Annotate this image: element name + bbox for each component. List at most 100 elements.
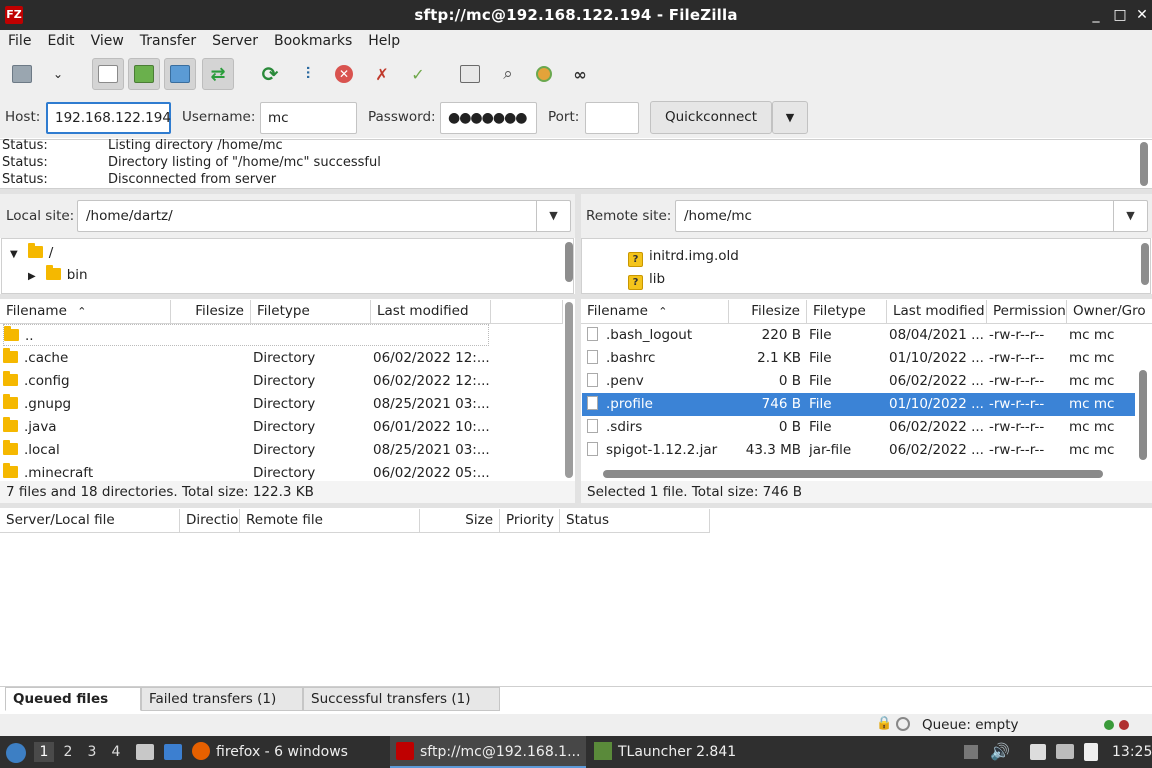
toggle-transfer-queue-button[interactable]: ⇄ xyxy=(202,58,234,90)
tab-failed-transfers[interactable]: Failed transfers (1) xyxy=(141,687,303,711)
tree-item-bin[interactable]: ▶ bin xyxy=(28,264,88,286)
log-scrollbar[interactable] xyxy=(1140,142,1148,186)
task-filezilla[interactable]: sftp://mc@192.168.1... xyxy=(390,736,586,768)
toggle-remote-tree-button[interactable] xyxy=(164,58,196,90)
table-row[interactable]: .java xyxy=(3,416,169,439)
site-manager-dropdown-button[interactable]: ⌄ xyxy=(42,58,74,90)
remote-header-filesize[interactable]: Filesize xyxy=(729,300,807,324)
chevron-down-icon[interactable]: ▼ xyxy=(536,201,570,231)
table-row[interactable]: .config xyxy=(3,370,169,393)
eject-icon[interactable] xyxy=(964,745,978,759)
quickconnect-button[interactable]: Quickconnect xyxy=(650,101,772,134)
host-input[interactable]: 192.168.122.194 xyxy=(46,102,171,134)
workspace-3[interactable]: 3 xyxy=(82,742,102,762)
table-row[interactable]: .gnupg xyxy=(3,393,169,416)
menu-file[interactable]: File xyxy=(0,30,39,52)
username-input[interactable]: mc xyxy=(260,102,357,134)
speed-limit-icon[interactable] xyxy=(896,717,910,731)
clock[interactable]: 13:25 xyxy=(1112,736,1152,768)
remote-header-filename[interactable]: Filename ⌃ xyxy=(581,300,729,324)
workspace-4[interactable]: 4 xyxy=(106,742,126,762)
remote-header-modified[interactable]: Last modified xyxy=(887,300,987,324)
table-row[interactable]: .. xyxy=(3,324,489,346)
remote-header-filetype[interactable]: Filetype xyxy=(807,300,887,324)
remote-tree-scrollbar[interactable] xyxy=(1141,243,1149,285)
remote-header-owner[interactable]: Owner/Gro xyxy=(1067,300,1152,324)
task-firefox[interactable]: firefox - 6 windows xyxy=(192,736,384,768)
reconnect-button[interactable]: ✓ xyxy=(402,58,434,90)
search-remote-button[interactable]: ∞ xyxy=(564,58,596,90)
tree-item-root[interactable]: ▼ / xyxy=(10,242,53,264)
table-row[interactable]: .minecraft xyxy=(3,462,169,481)
file-manager-icon[interactable] xyxy=(136,744,154,760)
task-tlauncher[interactable]: TLauncher 2.841 xyxy=(594,736,754,768)
table-row[interactable]: .bash_logout xyxy=(587,324,727,347)
cell-owner: mc mc xyxy=(1069,373,1115,389)
network-icon[interactable] xyxy=(1056,744,1074,759)
table-row[interactable]: .bashrc xyxy=(587,347,727,370)
maximize-button[interactable]: □ xyxy=(1110,5,1130,25)
password-input[interactable]: ●●●●●●● xyxy=(440,102,537,134)
battery-icon[interactable] xyxy=(1084,743,1098,761)
remote-list-hscrollbar[interactable] xyxy=(603,470,1103,478)
tree-item-initrd[interactable]: ? initrd.img.old xyxy=(628,245,739,267)
local-tree-scrollbar[interactable] xyxy=(565,242,573,282)
directory-filter-button[interactable] xyxy=(454,58,486,90)
table-row[interactable]: .penv xyxy=(587,370,727,393)
queue-header-size[interactable]: Size xyxy=(420,509,500,533)
table-row[interactable]: .local xyxy=(3,439,169,462)
tree-item-lib[interactable]: ? lib xyxy=(628,268,665,290)
menu-help[interactable]: Help xyxy=(360,30,408,52)
local-header-filetype[interactable]: Filetype xyxy=(251,300,371,324)
queue-header-server-local[interactable]: Server/Local file xyxy=(0,509,180,533)
menu-server[interactable]: Server xyxy=(204,30,266,52)
menu-edit[interactable]: Edit xyxy=(39,30,82,52)
site-manager-button[interactable] xyxy=(6,58,38,90)
local-list-scrollbar[interactable] xyxy=(565,302,573,478)
toggle-local-tree-button[interactable] xyxy=(128,58,160,90)
remote-header-permissions[interactable]: Permission xyxy=(987,300,1067,324)
port-input[interactable] xyxy=(585,102,639,134)
start-menu-icon[interactable] xyxy=(6,743,26,763)
remote-list-vscrollbar[interactable] xyxy=(1139,370,1147,460)
local-header-filename[interactable]: Filename ⌃ xyxy=(0,300,171,324)
local-path-combo[interactable]: /home/dartz/ ▼ xyxy=(77,200,571,232)
toggle-filter-button[interactable]: ⌕ xyxy=(492,58,524,90)
show-desktop-icon[interactable] xyxy=(164,744,182,760)
workspace-2[interactable]: 2 xyxy=(58,742,78,762)
local-path-value: /home/dartz/ xyxy=(86,208,173,224)
table-row[interactable]: .sdirs xyxy=(587,416,727,439)
close-button[interactable]: ✕ xyxy=(1132,5,1152,25)
queue-header-priority[interactable]: Priority xyxy=(500,509,560,533)
table-row[interactable]: spigot-1.12.2.jar xyxy=(587,439,727,462)
volume-icon[interactable]: 🔊 xyxy=(990,742,1010,761)
menu-transfer[interactable]: Transfer xyxy=(132,30,204,52)
menu-view[interactable]: View xyxy=(83,30,132,52)
local-file-list: Filename ⌃ Filesize Filetype Last modifi… xyxy=(0,300,575,481)
tab-successful-transfers[interactable]: Successful transfers (1) xyxy=(303,687,500,711)
tab-queued-files[interactable]: Queued files xyxy=(5,687,141,711)
local-header-filesize[interactable]: Filesize xyxy=(171,300,251,324)
remote-path-combo[interactable]: /home/mc ▼ xyxy=(675,200,1148,232)
cell-owner: mc mc xyxy=(1069,419,1115,435)
clipboard-icon[interactable] xyxy=(1030,744,1046,760)
sync-browsing-button[interactable] xyxy=(528,58,560,90)
quickconnect-history-button[interactable]: ▼ xyxy=(772,101,808,134)
refresh-button[interactable]: ⟳ xyxy=(254,58,286,90)
minimize-button[interactable]: _ xyxy=(1086,5,1106,25)
vertical-splitter[interactable] xyxy=(575,194,581,504)
workspace-1[interactable]: 1 xyxy=(34,742,54,762)
disconnect-button[interactable]: ✗ xyxy=(366,58,398,90)
chevron-down-icon[interactable]: ▼ xyxy=(1113,201,1147,231)
local-header-modified[interactable]: Last modified xyxy=(371,300,491,324)
cancel-operation-button[interactable]: ✕ xyxy=(328,58,360,90)
table-row[interactable]: .profile xyxy=(587,393,727,416)
queue-header-status[interactable]: Status xyxy=(560,509,710,533)
table-row[interactable]: .cache xyxy=(3,347,169,370)
queue-header-remote-file[interactable]: Remote file xyxy=(240,509,420,533)
menu-bookmarks[interactable]: Bookmarks xyxy=(266,30,360,52)
toggle-message-log-button[interactable] xyxy=(92,58,124,90)
queue-header-direction[interactable]: Directio xyxy=(180,509,240,533)
cell-modified: 06/01/2022 10:... xyxy=(373,419,490,435)
process-queue-button[interactable]: ⫶ xyxy=(292,58,324,90)
